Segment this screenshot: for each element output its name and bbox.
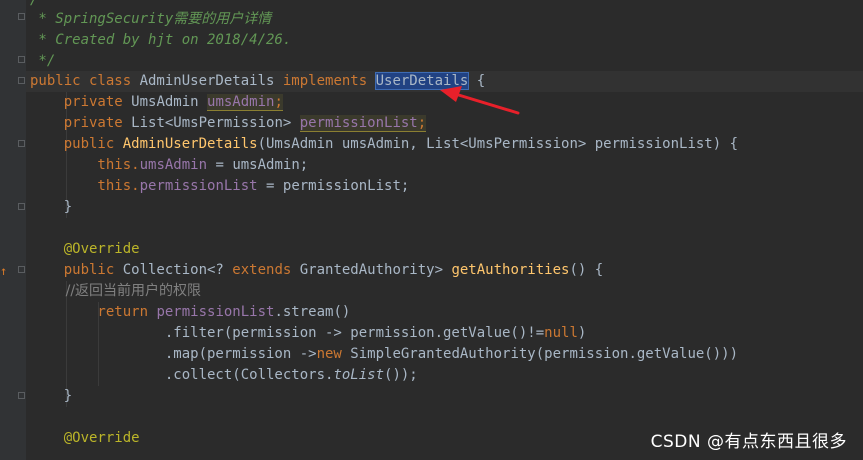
parameter-list: (UmsAdmin umsAdmin, List<UmsPermission> …: [257, 136, 739, 152]
semicolon: ;: [274, 94, 283, 111]
type-name: List<UmsPermission>: [131, 115, 300, 131]
fold-marker-icon[interactable]: [18, 266, 25, 273]
class-name: AdminUserDetails: [139, 73, 283, 89]
watermark: CSDN @有点东西且很多: [650, 432, 847, 452]
override-gutter-icon[interactable]: ↑: [0, 264, 6, 278]
code-line-22: @Override: [30, 430, 140, 446]
code-line-19: .collect(Collectors.toList());: [30, 365, 418, 386]
code-line-18: .map(permission ->new SimpleGrantedAutho…: [30, 344, 738, 365]
fold-marker-icon[interactable]: [18, 203, 25, 210]
code-line-14: public Collection<? extends GrantedAutho…: [30, 260, 603, 281]
comment-cjk-text: 需要的用户详情: [173, 11, 272, 27]
code-line-3: * Created by hjt on 2018/4/26.: [30, 32, 292, 48]
method-call: .map(permission ->: [30, 346, 317, 362]
method-params: () {: [569, 262, 604, 278]
fold-marker-icon[interactable]: [18, 56, 25, 63]
keyword: this: [30, 157, 132, 173]
editor-gutter: [0, 0, 26, 460]
code-line-13: @Override: [30, 241, 140, 257]
code-editor[interactable]: /** * SpringSecurity需要的用户详情 * Created by…: [30, 0, 863, 460]
field-ref[interactable]: permissionList: [156, 304, 274, 320]
dot: .: [131, 178, 140, 194]
code-line-17: .filter(permission -> permission.getValu…: [30, 323, 586, 344]
code-line-7: private List<UmsPermission> permissionLi…: [30, 113, 427, 134]
code-line-2: * SpringSecurity需要的用户详情: [30, 9, 271, 30]
constructor-call: SimpleGrantedAuthority(permission.getVal…: [350, 346, 739, 362]
type-name: Collection<?: [122, 262, 233, 278]
keyword: return: [30, 304, 157, 320]
selected-interface-name[interactable]: UserDetails: [374, 72, 470, 90]
code-line-10: this.permissionList = permissionList;: [30, 176, 409, 197]
assignment: = permissionList;: [257, 178, 410, 194]
type-name: GrantedAuthority>: [299, 262, 452, 278]
fold-marker-icon[interactable]: [18, 392, 25, 399]
type-name: UmsAdmin: [131, 94, 208, 110]
method-call: .filter(permission -> permission.getValu…: [30, 325, 545, 341]
keyword: null: [544, 325, 578, 341]
paren: ): [577, 325, 587, 341]
keyword: public: [30, 136, 123, 152]
field-ref[interactable]: umsAdmin: [140, 157, 207, 173]
line-comment: //返回当前用户的权限: [30, 283, 202, 299]
keyword: implements: [282, 73, 376, 89]
brace: {: [468, 73, 486, 89]
code-line-9: this.umsAdmin = umsAdmin;: [30, 155, 308, 176]
keyword: public class: [30, 73, 140, 89]
code-line-4: */: [30, 53, 56, 69]
keyword: private: [30, 94, 132, 110]
code-line-11: }: [30, 199, 73, 215]
code-line-6: private UmsAdmin umsAdmin;: [30, 92, 283, 113]
keyword: extends: [232, 262, 300, 278]
method-call: .stream(): [274, 304, 351, 320]
field-name[interactable]: umsAdmin: [207, 94, 275, 111]
keyword: this: [30, 178, 132, 194]
comment-text: * SpringSecurity: [30, 11, 174, 27]
code-line-8: public AdminUserDetails(UmsAdmin umsAdmi…: [30, 134, 738, 155]
constructor-name[interactable]: AdminUserDetails: [123, 136, 258, 152]
field-name[interactable]: permissionList: [299, 115, 418, 132]
code-line-15: //返回当前用户的权限: [30, 281, 201, 302]
method-call: .collect(Collectors.: [30, 367, 334, 383]
code-line-20: }: [30, 388, 73, 404]
static-method[interactable]: toList: [333, 367, 384, 383]
keyword: private: [30, 115, 132, 131]
assignment: = umsAdmin;: [207, 157, 309, 173]
semicolon: ;: [417, 115, 427, 132]
field-ref[interactable]: permissionList: [140, 178, 258, 194]
fold-marker-icon[interactable]: [18, 140, 25, 147]
code-line-16: return permissionList.stream(): [30, 302, 350, 323]
fold-marker-icon[interactable]: [18, 13, 25, 20]
keyword: public: [30, 262, 123, 278]
paren: ());: [384, 367, 418, 383]
code-line-5: public class AdminUserDetails implements…: [30, 71, 485, 92]
keyword: new: [316, 346, 351, 362]
dot: .: [131, 157, 140, 173]
method-name[interactable]: getAuthorities: [451, 262, 569, 278]
fold-marker-icon[interactable]: [18, 77, 25, 84]
